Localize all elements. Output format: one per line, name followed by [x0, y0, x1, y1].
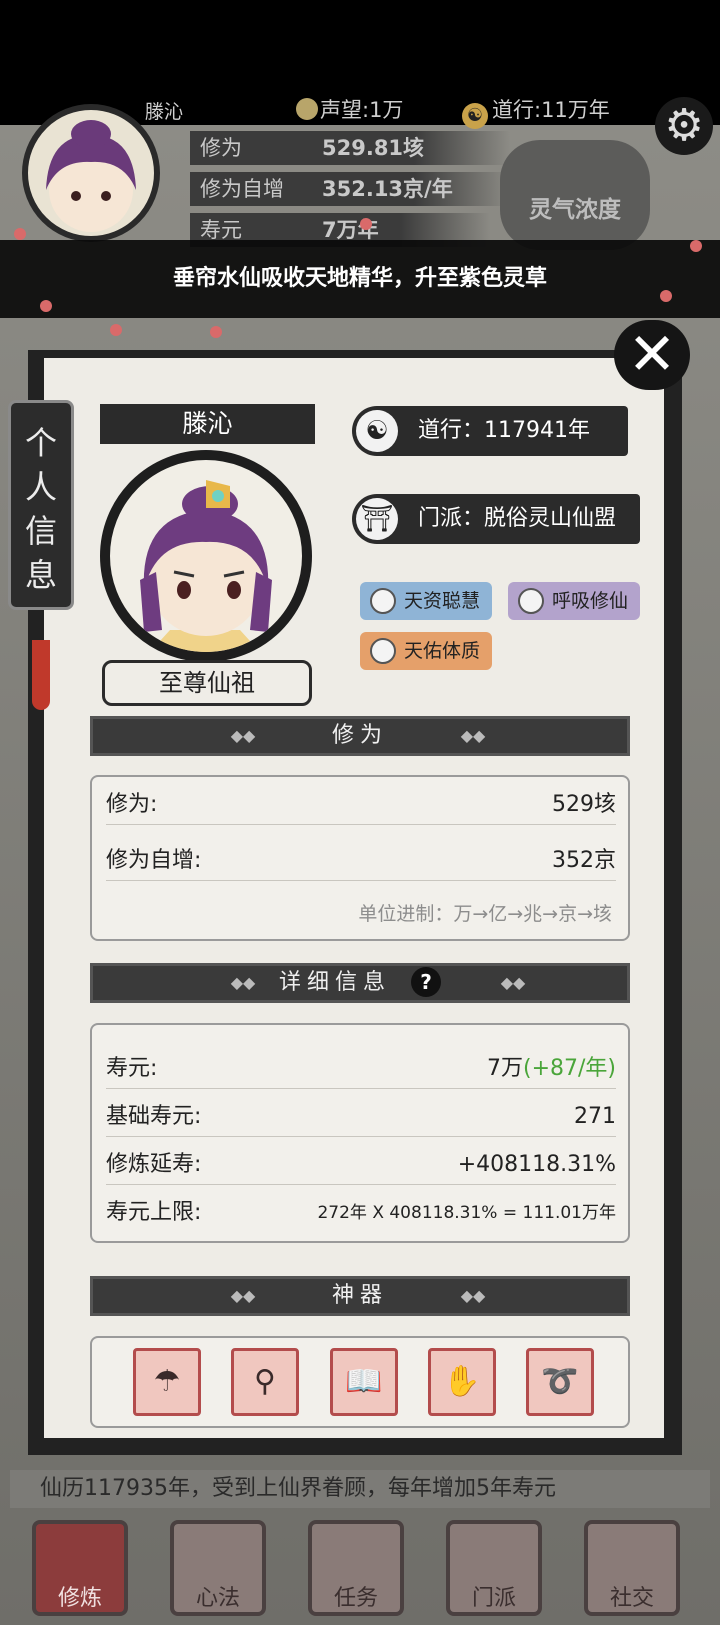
cultivation-card: 修为: 529垓 修为自增: 352京 单位进制：万→亿→兆→京→垓: [90, 775, 630, 941]
life-label: 寿元: [200, 218, 242, 242]
row-value: 7万(+87/年): [487, 1049, 616, 1089]
details-card: 寿元: 7万(+87/年) 基础寿元: 271 修炼延寿: +408118.31…: [90, 1023, 630, 1243]
yin-yang-icon: ☯: [356, 410, 398, 452]
growth-strip: 修为自增 352.13京/年: [190, 172, 510, 206]
section-header-cultivation: ◆◆ 修为 ◆◆: [90, 716, 630, 756]
fame-coin-icon: [296, 98, 318, 120]
sect-info-text: 门派：脱俗灵山仙盟: [418, 506, 617, 531]
bag-icon: [370, 638, 396, 664]
row-label: 修为:: [106, 792, 158, 817]
trait-badge[interactable]: 呼吸修仙: [508, 582, 640, 620]
blossom-decoration: [14, 228, 26, 240]
base-lifespan-row: 基础寿元: 271: [106, 1097, 616, 1137]
cultivation-value: 529.81垓: [322, 136, 425, 160]
section-title: 修为: [331, 723, 388, 748]
nav-tasks[interactable]: 任务: [308, 1520, 404, 1616]
gear-icon[interactable]: ⚙: [655, 97, 713, 155]
player-avatar[interactable]: [22, 104, 160, 242]
diamond-ornament: ◆◆: [460, 726, 486, 745]
profile-title: 至尊仙祖: [102, 660, 312, 706]
dao-text: 道行:11万年: [492, 98, 610, 122]
blossom-decoration: [210, 326, 222, 338]
dao-display: ☯ 道行:11万年: [462, 94, 610, 129]
cultivation-label: 修为: [200, 136, 242, 160]
blossom-decoration: [690, 240, 702, 252]
trait-label: 天佑体质: [404, 640, 481, 662]
blossom-decoration: [360, 218, 372, 230]
profile-name: 滕沁: [100, 404, 315, 444]
row-value: 272年 X 408118.31% = 111.01万年: [317, 1203, 616, 1223]
nav-sect[interactable]: 门派: [446, 1520, 542, 1616]
row-value: 529垓: [552, 792, 616, 817]
growth-value: 352.13京/年: [322, 177, 453, 201]
cultivation-row: 修为: 529垓: [106, 785, 616, 825]
scroll-book-icon[interactable]: 📖: [330, 1348, 398, 1416]
bag-icon: [518, 588, 544, 614]
section-title: 神器: [331, 1283, 388, 1308]
top-player-name: 滕沁: [145, 101, 184, 123]
extend-lifespan-row: 修炼延寿: +408118.31%: [106, 1145, 616, 1185]
gauntlet-icon[interactable]: ✋: [428, 1348, 496, 1416]
blossom-decoration: [40, 300, 52, 312]
section-header-details: ◆◆ 详细信息? ◆◆: [90, 963, 630, 1003]
row-label: 寿元上限:: [106, 1200, 202, 1225]
tab-personal-info[interactable]: 个人信息: [8, 400, 74, 610]
trait-label: 呼吸修仙: [552, 590, 629, 612]
dao-info-text: 道行：117941年: [418, 418, 590, 443]
notification-banner: 垂帘水仙吸收天地精华，升至紫色灵草: [0, 240, 720, 318]
profile-avatar: [100, 450, 312, 662]
row-label: 基础寿元:: [106, 1104, 202, 1129]
section-title: 详细信息: [278, 970, 391, 995]
diamond-ornament: ◆◆: [500, 973, 526, 992]
lingqi-button[interactable]: 灵气浓度: [500, 140, 650, 250]
lifespan-limit-row: 寿元上限: 272年 X 408118.31% = 111.01万年: [106, 1193, 616, 1233]
jade-token-icon[interactable]: ⚲: [231, 1348, 299, 1416]
question-icon[interactable]: ?: [411, 967, 441, 997]
trait-badge[interactable]: 天佑体质: [360, 632, 492, 670]
growth-label: 修为自增: [200, 177, 284, 201]
cultivation-strip: 修为 529.81垓: [190, 131, 510, 165]
section-header-artifacts: ◆◆ 神器 ◆◆: [90, 1276, 630, 1316]
fame-display: 声望:1万: [296, 94, 403, 124]
row-value: 271: [574, 1104, 616, 1129]
row-value: 352京: [552, 848, 616, 873]
nav-social[interactable]: 社交: [584, 1520, 680, 1616]
umbrella-icon[interactable]: ☂: [133, 1348, 201, 1416]
diamond-ornament: ◆◆: [460, 1286, 486, 1305]
row-label: 修为自增:: [106, 848, 202, 873]
temple-icon: ⛩: [356, 498, 398, 540]
diamond-ornament: ◆◆: [230, 726, 256, 745]
yin-yang-icon: ☯: [462, 103, 488, 129]
close-icon[interactable]: ✕: [614, 320, 690, 390]
row-label: 寿元:: [106, 1056, 158, 1081]
diamond-ornament: ◆◆: [230, 1286, 256, 1305]
sect-info-strip: ⛩ 门派：脱俗灵山仙盟: [352, 494, 640, 544]
unit-note: 单位进制：万→亿→兆→京→垓: [358, 903, 612, 925]
tassel-decoration: [32, 640, 50, 710]
cultivation-row: 修为自增: 352京: [106, 841, 616, 881]
blossom-decoration: [660, 290, 672, 302]
fame-text: 声望:1万: [320, 98, 404, 122]
footer-message: 仙历117935年，受到上仙界眷顾，每年增加5年寿元: [10, 1470, 710, 1508]
nav-cultivate[interactable]: 修炼: [32, 1520, 128, 1616]
bag-icon: [370, 588, 396, 614]
lifespan-row: 寿元: 7万(+87/年): [106, 1049, 616, 1089]
dao-info-strip: ☯ 道行：117941年: [352, 406, 628, 456]
trait-badge[interactable]: 天资聪慧: [360, 582, 492, 620]
trait-label: 天资聪慧: [404, 590, 481, 612]
whip-icon[interactable]: ➰: [526, 1348, 594, 1416]
blossom-decoration: [110, 324, 122, 336]
lifespan-value: 7万: [486, 1056, 523, 1081]
row-label: 修炼延寿:: [106, 1152, 202, 1177]
diamond-ornament: ◆◆: [230, 973, 256, 992]
lifespan-gain: (+87/年): [522, 1056, 616, 1081]
row-value: +408118.31%: [457, 1152, 616, 1177]
nav-methods[interactable]: 心法: [170, 1520, 266, 1616]
